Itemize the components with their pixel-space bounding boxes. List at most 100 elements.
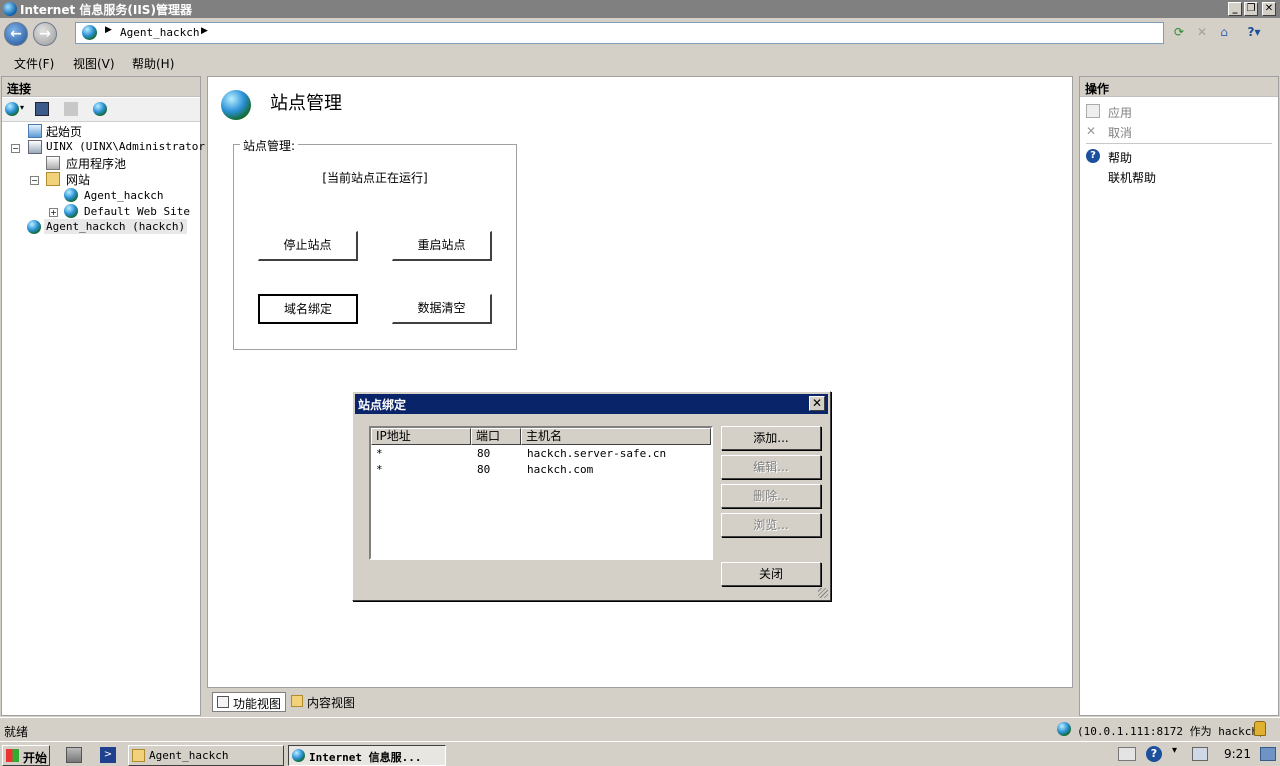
close-button[interactable]: ✕: [1262, 2, 1276, 16]
menu-help[interactable]: 帮助(H): [132, 55, 174, 72]
expand-icon[interactable]: +: [49, 208, 58, 217]
globe-icon: [64, 204, 78, 218]
tab-label: 内容视图: [307, 696, 356, 710]
taskbar-item-iis[interactable]: Internet 信息服...: [288, 745, 446, 766]
help-icon: ?: [1086, 149, 1100, 163]
globe-icon: [82, 25, 97, 40]
edit-binding-button[interactable]: 编辑...: [721, 455, 821, 479]
table-row[interactable]: * 80 hackch.server-safe.cn: [371, 446, 711, 462]
cell-port: 80: [477, 447, 491, 460]
menu-file[interactable]: 文件(F): [14, 55, 54, 72]
site-management-group: 站点管理: [当前站点正在运行] 停止站点 重启站点 域名绑定 数据清空: [233, 137, 517, 350]
action-help[interactable]: 帮助: [1108, 149, 1132, 166]
menu-view[interactable]: 视图(V): [73, 55, 115, 72]
breadcrumb-item[interactable]: Agent_hackch: [120, 26, 199, 39]
cancel-icon: ✕: [1086, 124, 1097, 138]
iis-app-icon: [292, 749, 305, 762]
group-label: 站点管理:: [240, 137, 299, 154]
cell-ip: *: [376, 463, 383, 476]
resize-grip-icon[interactable]: [818, 588, 828, 598]
iis-app-icon: [3, 2, 17, 16]
breadcrumb-arrow-icon[interactable]: ▶: [201, 26, 208, 36]
cell-host: hackch.com: [527, 463, 594, 476]
server-manager-icon[interactable]: [66, 747, 82, 763]
powershell-icon[interactable]: >: [100, 747, 116, 763]
content-view-icon: [291, 695, 303, 707]
tray-toggle-icon[interactable]: ▾: [1172, 745, 1177, 756]
start-button[interactable]: 开始: [2, 745, 50, 766]
connections-header: 连接: [2, 77, 200, 97]
column-header-ip[interactable]: IP地址: [371, 428, 471, 445]
minimize-button[interactable]: _: [1228, 2, 1242, 16]
task-label: Internet 信息服...: [309, 751, 422, 764]
stop-icon[interactable]: ✕: [1194, 24, 1210, 40]
refresh-icon[interactable]: ⟳: [1171, 24, 1187, 40]
remove-binding-button[interactable]: 删除...: [721, 484, 821, 508]
collapse-icon[interactable]: −: [11, 144, 20, 153]
help-dropdown-icon[interactable]: ?▾: [1244, 24, 1264, 40]
globe-icon: [64, 188, 78, 202]
tree-item-connection[interactable]: Agent_hackch (hackch): [44, 219, 188, 234]
address-bar[interactable]: ▶ Agent_hackch ▶: [75, 22, 1164, 44]
globe-icon: [27, 220, 41, 234]
tree-item-site[interactable]: Default Web Site: [84, 205, 190, 218]
collapse-icon[interactable]: −: [30, 176, 39, 185]
action-apply[interactable]: 应用: [1108, 104, 1132, 121]
table-row[interactable]: * 80 hackch.com: [371, 462, 711, 478]
help-icon[interactable]: ?: [1146, 746, 1162, 762]
dialog-close-action-button[interactable]: 关闭: [721, 562, 821, 586]
tree-item-app-pools[interactable]: 应用程序池: [66, 155, 126, 172]
clear-data-button[interactable]: 数据清空: [392, 294, 492, 324]
disconnect-icon: [64, 102, 78, 116]
forward-button[interactable]: →: [33, 22, 57, 46]
restore-button[interactable]: ❐: [1244, 2, 1258, 16]
action-online-help[interactable]: 联机帮助: [1108, 169, 1156, 186]
dialog-title: 站点绑定: [358, 398, 407, 412]
chevron-down-icon[interactable]: ▾: [20, 103, 24, 112]
tree-item-sites[interactable]: 网站: [66, 171, 90, 188]
column-header-port[interactable]: 端口: [471, 428, 521, 445]
show-desktop-icon[interactable]: [1260, 747, 1276, 761]
dialog-close-button[interactable]: ✕: [809, 396, 825, 411]
remove-connection-icon[interactable]: [93, 102, 107, 116]
dialog-title-bar: 站点绑定 ✕: [355, 394, 828, 414]
cell-port: 80: [477, 463, 491, 476]
folder-icon: [132, 749, 145, 762]
stop-site-button[interactable]: 停止站点: [258, 231, 358, 261]
status-text: 就绪: [4, 725, 29, 739]
tab-label: 功能视图: [233, 697, 282, 711]
back-button[interactable]: ←: [4, 22, 28, 46]
browse-binding-button[interactable]: 浏览...: [721, 513, 821, 537]
domain-binding-button[interactable]: 域名绑定: [258, 294, 358, 324]
connect-icon[interactable]: [5, 102, 19, 116]
connections-panel: 连接 ▾ 起始页 − UINX (UINX\Administrator) 应用程…: [1, 76, 212, 716]
network-icon[interactable]: [1192, 747, 1208, 761]
add-binding-button[interactable]: 添加...: [721, 426, 821, 450]
cell-host: hackch.server-safe.cn: [527, 447, 667, 460]
sites-folder-icon: [46, 172, 60, 186]
start-label: 开始: [23, 751, 48, 765]
bindings-list[interactable]: IP地址 端口 主机名 * 80 hackch.server-safe.cn *…: [369, 426, 713, 560]
home-icon[interactable]: ⌂: [1216, 24, 1232, 40]
tree-item-server[interactable]: UINX (UINX\Administrator): [46, 140, 212, 153]
globe-icon: [1057, 722, 1071, 736]
task-label: Agent_hackch: [149, 749, 229, 762]
action-cancel[interactable]: 取消: [1108, 124, 1132, 141]
start-page-icon: [28, 124, 42, 138]
site-binding-dialog: 站点绑定 ✕ IP地址 端口 主机名 * 80 hackch.server-sa…: [352, 391, 831, 601]
restart-site-button[interactable]: 重启站点: [392, 231, 492, 261]
tree-item-start-page[interactable]: 起始页: [46, 123, 82, 140]
tab-content-view[interactable]: 内容视图: [287, 692, 359, 712]
tree-item-site[interactable]: Agent_hackch: [84, 189, 163, 202]
keyboard-icon[interactable]: [1118, 747, 1136, 761]
actions-panel: 操作 应用 ✕ 取消 ? 帮助 联机帮助: [1079, 76, 1279, 716]
view-tabs: 功能视图 内容视图: [207, 690, 1073, 714]
server-icon: [28, 140, 42, 154]
connection-status: (10.0.1.111:8172 作为 hackch): [1077, 725, 1265, 738]
tab-features-view[interactable]: 功能视图: [212, 692, 287, 712]
save-icon[interactable]: [35, 102, 49, 116]
taskbar-item-explorer[interactable]: Agent_hackch: [128, 745, 284, 766]
clock: 9:21: [1224, 747, 1251, 761]
column-header-host[interactable]: 主机名: [521, 428, 711, 445]
app-pool-icon: [46, 156, 60, 170]
